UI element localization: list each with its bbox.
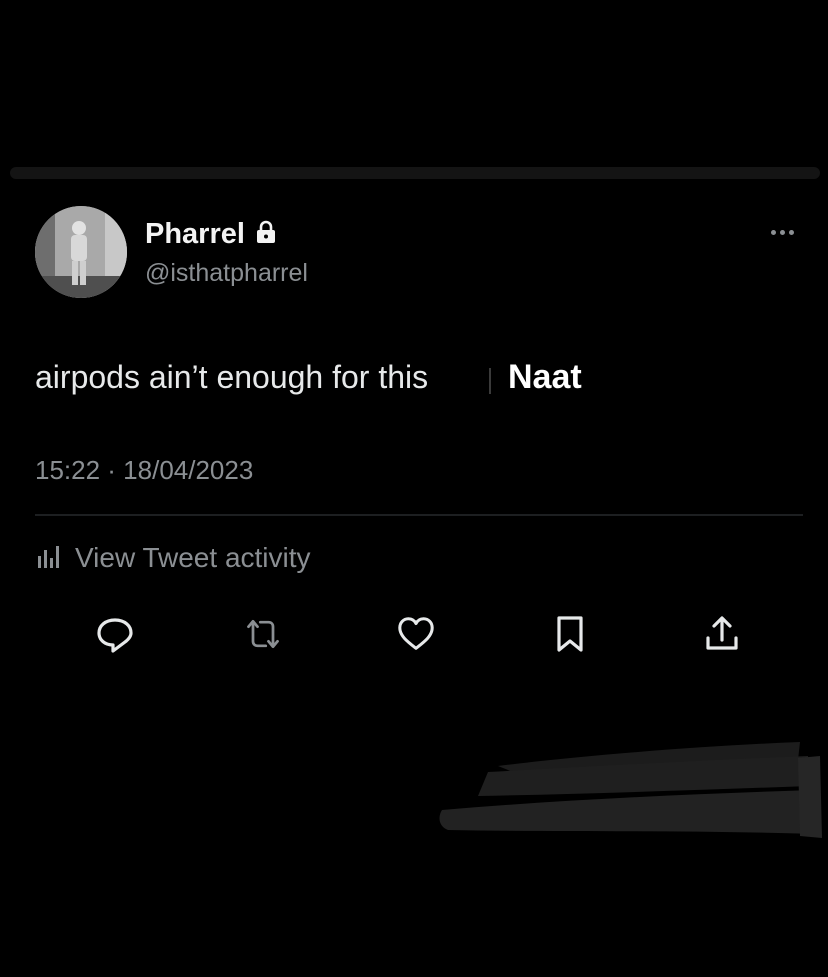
overlay-caption: Naat <box>508 358 582 396</box>
retweet-icon[interactable] <box>243 614 283 654</box>
tweet-text: airpods ain’t enough for this <box>35 359 429 395</box>
avatar-photo <box>35 206 127 298</box>
redaction-scribble <box>438 738 822 838</box>
lock-icon <box>255 220 277 249</box>
bar-chart-icon <box>35 542 63 575</box>
text-cursor-mark <box>489 368 491 394</box>
bookmark-icon[interactable] <box>550 614 590 654</box>
author-name-row[interactable]: Pharrel <box>145 216 277 252</box>
user-handle[interactable]: @isthatpharrel <box>145 256 308 290</box>
activity-label: View Tweet activity <box>75 542 311 573</box>
top-divider <box>10 167 820 179</box>
heart-icon[interactable] <box>396 614 436 654</box>
avatar[interactable] <box>35 206 127 298</box>
reply-icon[interactable] <box>95 614 135 654</box>
tweet-timestamp[interactable]: 15:22 · 18/04/2023 <box>35 452 253 488</box>
divider <box>35 514 803 516</box>
share-icon[interactable] <box>702 614 742 654</box>
more-icon[interactable] <box>764 222 800 242</box>
display-name[interactable]: Pharrel <box>145 216 245 252</box>
view-tweet-activity-link[interactable]: View Tweet activity <box>35 538 311 578</box>
